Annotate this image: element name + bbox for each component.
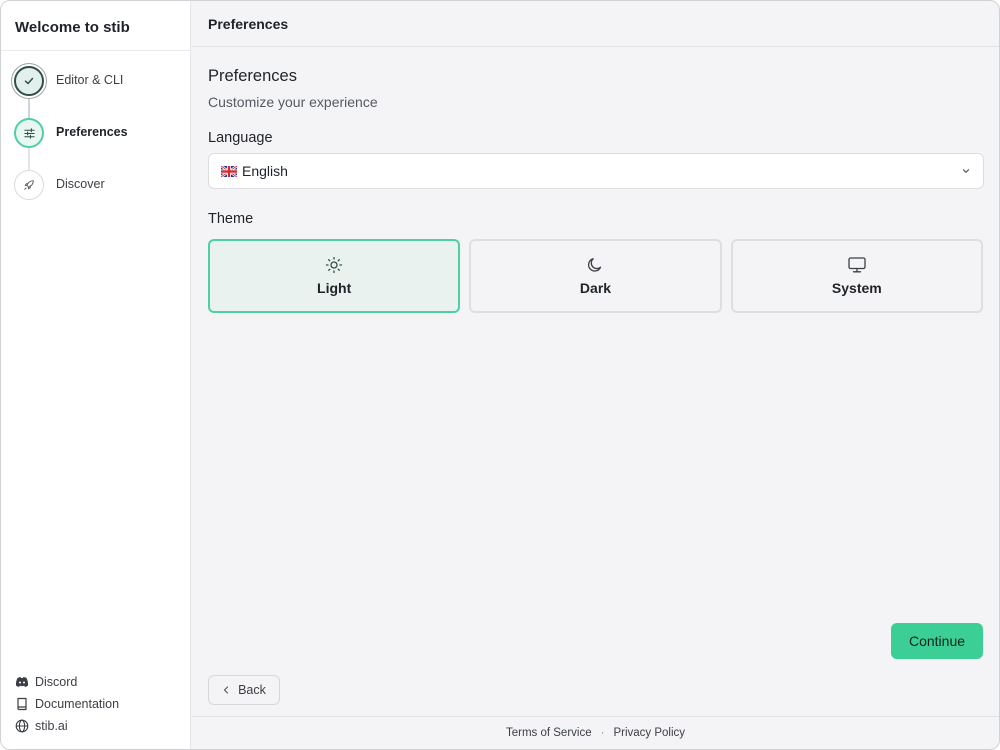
step-label: Editor & CLI	[56, 73, 124, 87]
documentation-link-label: Documentation	[35, 697, 120, 711]
onboarding-steps: Editor & CLI Preferences Discover	[1, 51, 190, 222]
check-icon	[24, 77, 34, 85]
website-link[interactable]: stib.ai	[15, 715, 119, 737]
theme-option-label: System	[831, 280, 882, 296]
rocket-icon	[24, 180, 34, 190]
step-current-marker	[14, 118, 44, 148]
discord-link[interactable]: Discord	[15, 671, 119, 693]
sidebar: Welcome to stib Editor & CLI Preferences…	[1, 1, 191, 749]
section-subtitle: Customize your experience	[208, 94, 378, 110]
discord-icon	[15, 677, 29, 687]
language-select[interactable]: English	[208, 153, 984, 189]
continue-button[interactable]: Continue	[891, 623, 983, 659]
globe-icon	[15, 719, 29, 733]
chevron-left-icon	[223, 686, 229, 694]
section-heading: Preferences	[208, 67, 297, 85]
book-icon	[17, 697, 27, 711]
step-label: Preferences	[56, 125, 128, 139]
theme-options: Light Dark System	[208, 239, 983, 313]
sidebar-links: Discord Documentation stib.ai	[15, 671, 119, 737]
step-editor-cli[interactable]: Editor & CLI	[1, 66, 190, 118]
discord-link-label: Discord	[35, 675, 78, 689]
main-panel: Preferences Preferences Customize your e…	[192, 1, 999, 749]
sliders-icon	[23, 127, 35, 139]
step-preferences[interactable]: Preferences	[1, 118, 190, 170]
step-upcoming-marker	[14, 170, 44, 200]
preferences-form: Preferences Customize your experience La…	[192, 47, 999, 313]
theme-label: Theme	[208, 211, 254, 227]
step-discover[interactable]: Discover	[1, 170, 190, 222]
language-value: English	[242, 163, 288, 179]
moon-icon	[588, 258, 602, 272]
privacy-link[interactable]: Privacy Policy	[613, 727, 685, 739]
page-title: Preferences	[192, 1, 999, 47]
footer-separator: ·	[600, 727, 605, 739]
app-window: Welcome to stib Editor & CLI Preferences…	[0, 0, 1000, 750]
back-button[interactable]: Back	[208, 675, 280, 705]
monitor-icon	[848, 257, 866, 273]
terms-link[interactable]: Terms of Service	[506, 727, 592, 739]
theme-option-label: Light	[317, 280, 352, 296]
sidebar-title: Welcome to stib	[1, 1, 190, 51]
uk-flag-icon	[221, 165, 237, 177]
documentation-link[interactable]: Documentation	[15, 693, 119, 715]
legal-footer: Terms of Service · Privacy Policy	[192, 716, 999, 749]
back-button-label: Back	[238, 683, 266, 697]
language-label: Language	[208, 130, 273, 146]
theme-option-system[interactable]: System	[730, 239, 983, 313]
theme-option-dark[interactable]: Dark	[469, 239, 722, 313]
theme-option-label: Dark	[579, 280, 612, 296]
theme-option-light[interactable]: Light	[208, 239, 461, 313]
step-label: Discover	[56, 177, 105, 191]
step-done-marker	[14, 66, 44, 96]
chevron-down-icon	[962, 169, 970, 173]
sun-icon	[326, 256, 343, 274]
website-link-label: stib.ai	[35, 719, 68, 733]
